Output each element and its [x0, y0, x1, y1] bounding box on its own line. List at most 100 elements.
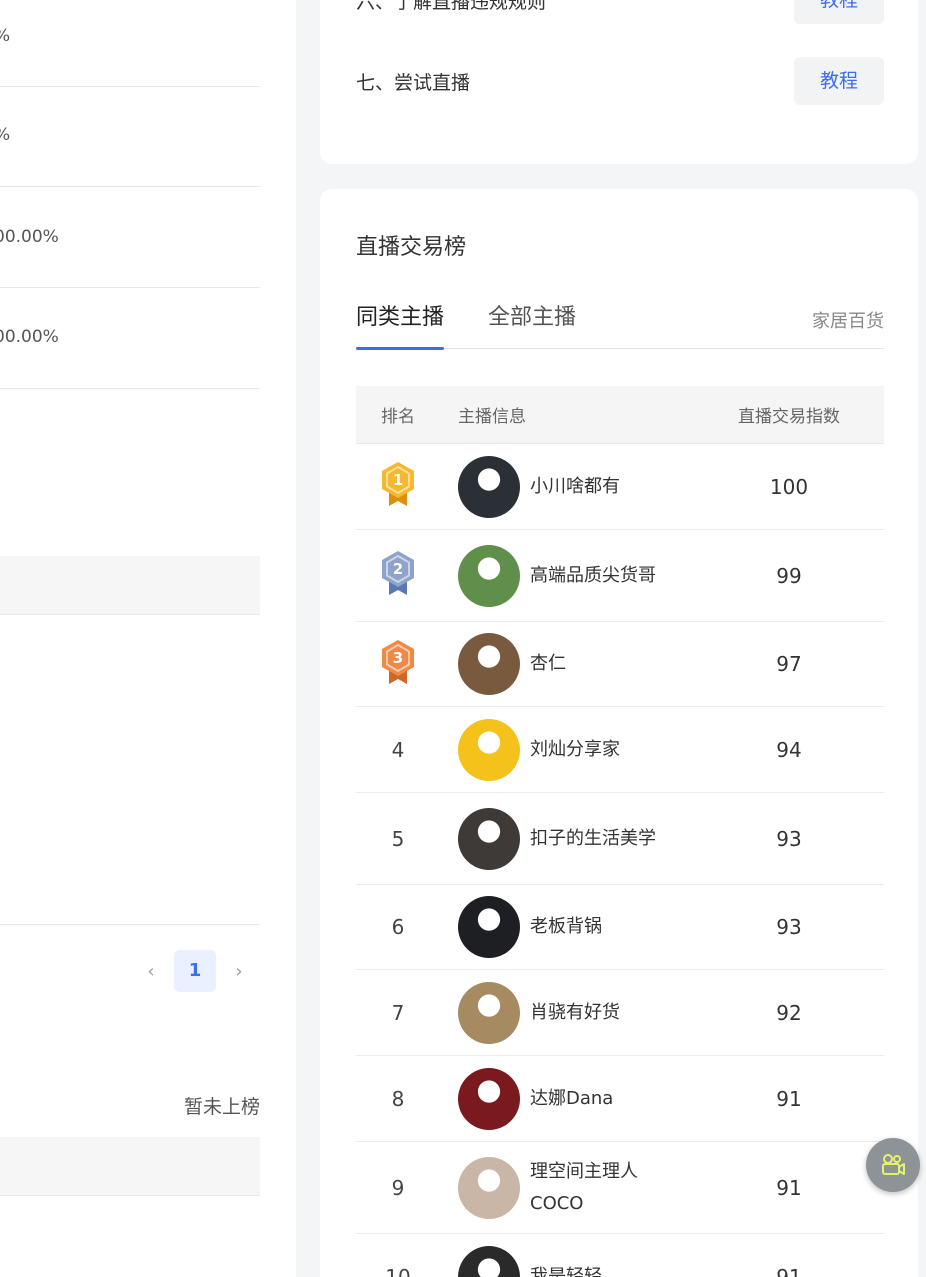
camera-icon: [882, 1154, 905, 1175]
live-trade-ranking-card: 直播交易榜 同类主播 全部主播 家居百货 排名 主播信息 直播交易指数 1 小川啥…: [320, 189, 918, 1277]
table-row[interactable]: 8 达娜Dana 91: [356, 1056, 884, 1142]
streamer-name[interactable]: 我是轻轻: [530, 1261, 658, 1277]
pagination: ‹ 1 ›: [140, 950, 250, 992]
trade-index-value: 94: [776, 737, 802, 762]
table-row[interactable]: 4 刘灿分享家 94: [356, 707, 884, 793]
table-header: [0, 1137, 260, 1196]
rank-number: 9: [391, 1175, 405, 1200]
streamer-name[interactable]: 刘灿分享家: [530, 734, 658, 766]
streamer-info-cell: 刘灿分享家: [440, 718, 694, 781]
avatar[interactable]: [458, 718, 520, 781]
page-1-button[interactable]: 1: [174, 950, 216, 992]
trade-index-value: 91: [776, 1264, 802, 1277]
ranking-table: 排名 主播信息 直播交易指数 1 小川啥都有 100 2 高端品质尖货哥 99 3 杏仁 97 4…: [356, 386, 884, 1277]
table-row[interactable]: 6 老板背锅 93: [356, 885, 884, 970]
streamer-name[interactable]: 扣子的生活美学: [530, 823, 658, 855]
prev-page-button[interactable]: ‹: [140, 961, 162, 982]
avatar[interactable]: [458, 544, 520, 607]
step-text: 七、尝试直播: [356, 71, 471, 94]
percent-value: %: [0, 26, 10, 46]
rank-number: 6: [391, 915, 405, 939]
bronze-medal-icon: 3: [382, 639, 414, 684]
medal-rank-number: 1: [393, 471, 403, 489]
header-trade-index: 直播交易指数: [738, 407, 840, 427]
rank-number: 10: [385, 1264, 411, 1277]
table-row: %: [0, 0, 260, 87]
beginner-steps-card: 六、了解直播违规规则 教程 七、尝试直播 教程: [320, 0, 918, 164]
trade-index-value: 100: [769, 474, 809, 499]
table-header: 排名 主播信息 直播交易指数: [356, 386, 884, 444]
table-row[interactable]: 10 我是轻轻 91: [356, 1234, 884, 1277]
table-row[interactable]: 3 杏仁 97: [356, 622, 884, 707]
streamer-info-cell: 老板背锅: [440, 896, 694, 958]
avatar[interactable]: [458, 896, 520, 958]
streamer-info-cell: 肖骁有好货: [440, 981, 694, 1044]
trade-index-value: 93: [776, 915, 802, 939]
streamer-info-cell: 我是轻轻: [440, 1245, 694, 1277]
table-row: 00.00%: [0, 187, 260, 288]
rank-cell: 6: [356, 915, 440, 939]
table-row: %: [0, 87, 260, 187]
trade-index-value: 97: [776, 652, 802, 676]
rank-number: 4: [391, 737, 405, 762]
not-ranked-label: 暂未上榜: [183, 1096, 260, 1118]
avatar[interactable]: [458, 1067, 520, 1130]
avatar[interactable]: [458, 1156, 520, 1219]
streamer-info-cell: 杏仁: [440, 633, 694, 695]
rank-cell: 9: [356, 1176, 440, 1200]
streamer-name[interactable]: 杏仁: [530, 648, 658, 680]
medal-rank-number: 3: [393, 649, 403, 667]
avatar[interactable]: [458, 455, 520, 518]
streamer-name[interactable]: 高端品质尖货哥: [530, 560, 658, 592]
tutorial-button[interactable]: 教程: [794, 0, 884, 24]
streamer-name[interactable]: 达娜Dana: [530, 1083, 658, 1115]
table-row: 00.00%: [0, 288, 260, 389]
table-row[interactable]: 5 扣子的生活美学 93: [356, 793, 884, 885]
rank-number: 7: [391, 1000, 405, 1025]
next-page-button[interactable]: ›: [228, 961, 250, 982]
trade-index-value: 99: [776, 563, 802, 588]
streamer-info-cell: 理空间主理人COCO: [440, 1156, 694, 1220]
rank-cell: 7: [356, 1001, 440, 1025]
rank-cell: 4: [356, 738, 440, 762]
streamer-name[interactable]: 肖骁有好货: [530, 997, 658, 1029]
step-row: 七、尝试直播 教程: [356, 57, 884, 105]
table-row[interactable]: 1 小川啥都有 100: [356, 444, 884, 530]
avatar[interactable]: [458, 981, 520, 1044]
trade-index-value: 91: [776, 1175, 802, 1200]
live-camera-button[interactable]: [866, 1138, 920, 1192]
step-text: 六、了解直播违规规则: [356, 0, 547, 13]
percent-value: 00.00%: [0, 327, 59, 347]
streamer-name[interactable]: 老板背锅: [530, 911, 658, 943]
trade-index-value: 91: [776, 1086, 802, 1111]
rank-cell: 10: [356, 1265, 440, 1277]
rank-cell: 5: [356, 827, 440, 851]
tutorial-button[interactable]: 教程: [794, 57, 884, 105]
rank-cell: 1: [356, 460, 440, 513]
header-rank: 排名: [381, 407, 415, 427]
table-row[interactable]: 7 肖骁有好货 92: [356, 970, 884, 1056]
percent-value: %: [0, 125, 10, 145]
streamer-name[interactable]: 小川啥都有: [530, 471, 658, 503]
rank-cell: 2: [356, 549, 440, 602]
tab-same-category[interactable]: 同类主播: [356, 299, 445, 350]
tab-all-streamers[interactable]: 全部主播: [488, 299, 576, 349]
avatar[interactable]: [458, 633, 520, 695]
streamer-name[interactable]: 理空间主理人COCO: [530, 1156, 658, 1220]
table-row[interactable]: 9 理空间主理人COCO 91: [356, 1142, 884, 1234]
streamer-info-cell: 扣子的生活美学: [440, 807, 694, 870]
avatar[interactable]: [458, 1245, 520, 1277]
gold-medal-icon: 1: [382, 462, 414, 506]
rank-cell: 8: [356, 1087, 440, 1111]
trade-index-value: 93: [776, 826, 802, 851]
trade-index-value: 92: [776, 1000, 802, 1025]
table-row[interactable]: 2 高端品质尖货哥 99: [356, 530, 884, 622]
rank-number: 8: [391, 1086, 405, 1111]
ranking-tabs: 同类主播 全部主播 家居百货: [356, 299, 884, 350]
category-filter[interactable]: 家居百货: [812, 307, 884, 333]
silver-medal-icon: 2: [382, 551, 414, 595]
streamer-info-cell: 达娜Dana: [440, 1067, 694, 1130]
streamer-info-cell: 小川啥都有: [440, 455, 694, 518]
avatar[interactable]: [458, 807, 520, 870]
step-row: 六、了解直播违规规则 教程: [356, 0, 884, 24]
